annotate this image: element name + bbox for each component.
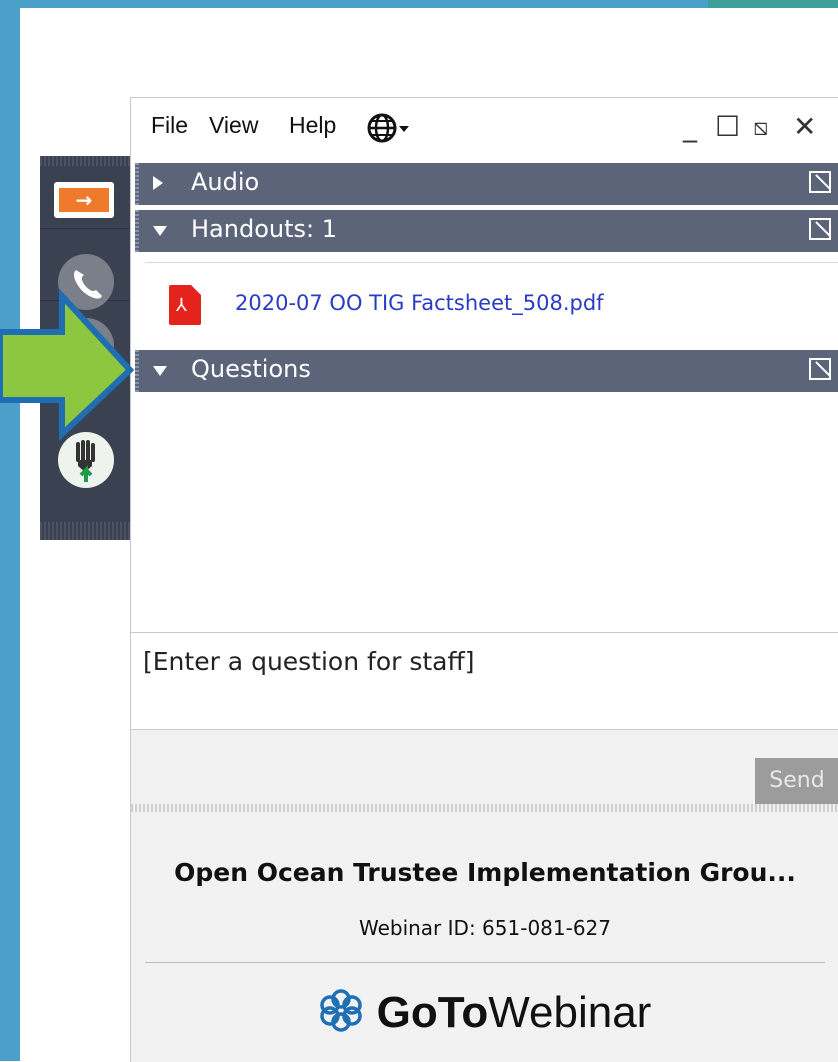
question-input-placeholder: [Enter a question for staff] [143,647,475,676]
footer-divider [145,962,825,963]
logo-goto-text: GoTo [376,988,489,1038]
logo-webinar-text: Webinar [488,988,652,1038]
section-label-audio: Audio [191,168,260,196]
webinar-id-label: Webinar ID: [358,916,476,940]
expand-panel-button[interactable]: → [40,156,134,229]
expanded-triangle-icon [153,366,167,376]
pointer-arrow-icon [0,288,135,441]
restore-button[interactable]: ⧅ [753,112,768,142]
language-globe-icon[interactable] [367,112,411,148]
grip-handle[interactable] [135,210,139,252]
sidebar-grip-bottom [40,522,134,540]
webinar-title: Open Ocean Trustee Implementation Grou..… [174,858,796,887]
section-label-handouts: Handouts: 1 [191,215,337,243]
popout-icon[interactable] [809,171,831,193]
minimize-button[interactable]: _ [683,112,697,142]
close-button[interactable]: ✕ [793,112,816,142]
section-label-questions: Questions [191,355,311,383]
webinar-id-line: Webinar ID: 651-081-627 [131,916,838,940]
popout-icon[interactable] [809,358,831,380]
send-row: Send [131,730,838,804]
collapsed-triangle-icon [153,176,163,190]
expanded-triangle-icon [153,226,167,236]
footer-resize-grip[interactable] [131,804,838,812]
expand-arrow-icon: → [54,182,114,218]
menu-file[interactable]: File [151,112,188,139]
gotowebinar-logo: GoToWebinar [131,988,838,1043]
slide-corner-accent [708,0,838,8]
question-input[interactable]: [Enter a question for staff] [131,633,838,730]
handout-file-link[interactable]: 2020-07 OO TIG Factsheet_508.pdf [235,291,604,315]
grip-handle[interactable] [135,163,139,205]
gotowebinar-flower-icon [319,988,363,1043]
section-header-audio[interactable]: Audio [135,163,838,205]
webinar-panel: File View Help _ ☐ ⧅ ✕ Audio Handouts: 1 [130,97,838,1062]
handout-item[interactable]: ⅄ 2020-07 OO TIG Factsheet_508.pdf [145,262,838,347]
pdf-icon: ⅄ [169,285,201,325]
webinar-footer: Open Ocean Trustee Implementation Grou..… [131,812,838,1062]
webinar-id-value: 651-081-627 [482,916,612,940]
send-button[interactable]: Send [755,758,838,804]
menu-view[interactable]: View [209,112,258,139]
popout-icon[interactable] [809,218,831,240]
menu-help[interactable]: Help [289,112,336,139]
questions-log [131,396,838,633]
section-header-handouts[interactable]: Handouts: 1 [135,210,838,252]
slide-left-border [0,0,20,1061]
section-header-questions[interactable]: Questions [135,350,838,392]
maximize-button[interactable]: ☐ [715,112,740,142]
menu-bar: File View Help _ ☐ ⧅ ✕ [131,98,838,158]
